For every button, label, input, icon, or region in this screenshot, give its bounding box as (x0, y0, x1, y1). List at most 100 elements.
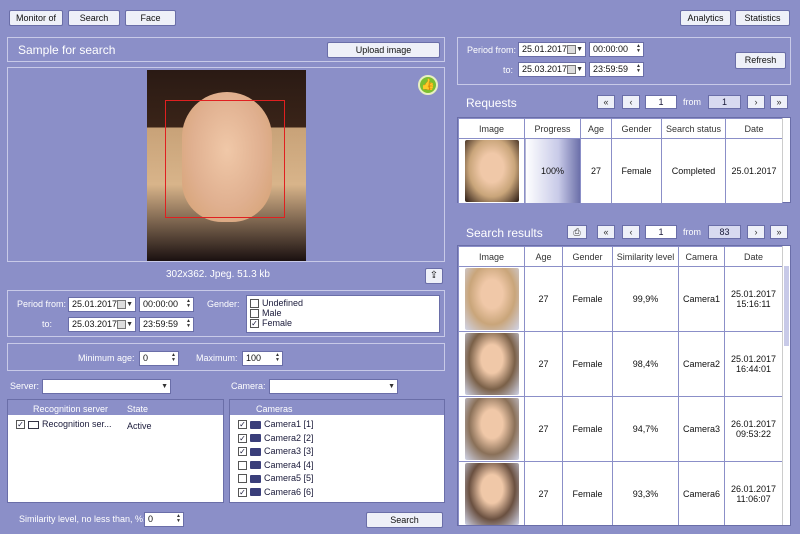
camera-select[interactable]: ▼ (269, 379, 398, 394)
last-page-icon[interactable]: » (770, 225, 788, 239)
results-total: 83 (708, 225, 741, 239)
spinner-icon[interactable]: ▲ ▼ (185, 299, 192, 310)
next-page-icon[interactable]: › (747, 95, 765, 109)
camera-item[interactable]: ✓ Camera1 [1] (238, 418, 314, 432)
chevron-down-icon[interactable]: ▼ (576, 43, 583, 56)
spinner-icon[interactable]: ▲ ▼ (170, 353, 177, 364)
thumbs-up-icon[interactable]: 👍 (418, 75, 438, 95)
result-row[interactable]: 27 Female 93,3% Camera6 26.01.2017 11:06:07 (458, 461, 783, 525)
calendar-icon[interactable] (567, 65, 576, 74)
max-age-input[interactable]: 100 ▲ ▼ (242, 351, 283, 366)
spinner-icon[interactable]: ▲ ▼ (635, 44, 642, 55)
scrollbar-thumb[interactable] (784, 266, 789, 346)
spinner-icon[interactable]: ▲ ▼ (274, 353, 281, 364)
chevron-down-icon[interactable]: ▼ (388, 380, 395, 393)
column-header[interactable]: Similarity level (612, 246, 679, 267)
time-from-value: 00:00:00 (593, 44, 629, 54)
spinner-icon[interactable]: ▲ ▼ (635, 64, 642, 75)
checkbox[interactable]: ✓ (238, 433, 247, 443)
camera-item[interactable]: ✓ Camera2 [2] (238, 432, 314, 446)
date-from-input[interactable]: 25.01.2017 ▼ (518, 42, 586, 57)
prev-page-icon[interactable]: ‹ (622, 95, 640, 109)
chevron-down-icon[interactable]: ▼ (161, 380, 168, 393)
date-to-input[interactable]: 25.03.2017 ▼ (518, 62, 586, 77)
face-tab-button[interactable]: Face (125, 10, 176, 26)
gender-option[interactable]: Male (250, 308, 436, 319)
checkbox[interactable] (238, 474, 247, 484)
result-time-value: 15:16:11 (736, 299, 771, 309)
camera-item-label: Camera5 [5] (264, 473, 314, 483)
upload-image-button[interactable]: Upload image (327, 42, 440, 58)
last-page-icon[interactable]: » (770, 95, 788, 109)
checkbox[interactable]: ✓ (250, 319, 259, 329)
gender-option[interactable]: ✓ Female (250, 318, 436, 329)
time-from-input[interactable]: 00:00:00 ▲ ▼ (589, 42, 644, 57)
result-row[interactable]: 27 Female 99,9% Camera1 25.01.2017 15:16:11 (458, 266, 783, 332)
result-row[interactable]: 27 Female 98,4% Camera2 25.01.2017 16:44:01 (458, 331, 783, 397)
checkbox[interactable] (250, 299, 259, 309)
time-from-input[interactable]: 00:00:00 ▲ ▼ (139, 297, 194, 312)
statistics-button[interactable]: Statistics (735, 10, 790, 26)
similarity-input[interactable]: 0 ▲ ▼ (144, 512, 184, 527)
column-header[interactable]: Gender (562, 246, 613, 267)
chevron-down-icon[interactable]: ▼ (126, 298, 133, 311)
gender-option[interactable]: Undefined (250, 298, 436, 309)
checkbox[interactable]: ✓ (16, 420, 25, 430)
first-page-icon[interactable]: « (597, 95, 615, 109)
time-to-value: 23:59:59 (143, 319, 179, 329)
requests-page-input[interactable]: 1 (645, 95, 677, 109)
refresh-button[interactable]: Refresh (735, 52, 786, 69)
camera-item[interactable]: Camera5 [5] (238, 472, 314, 486)
result-image-cell (458, 331, 525, 397)
face-detection-box (165, 100, 285, 218)
camera-item[interactable]: ✓ Camera3 [3] (238, 445, 314, 459)
analytics-button[interactable]: Analytics (680, 10, 731, 26)
column-header[interactable]: Date (724, 246, 783, 267)
results-scrollbar[interactable] (782, 246, 790, 525)
chevron-down-icon[interactable]: ▼ (576, 63, 583, 76)
column-header[interactable]: Age (524, 246, 563, 267)
print-icon[interactable]: ⎙ (567, 225, 587, 239)
time-from-value: 00:00:00 (143, 299, 179, 309)
chevron-down-icon[interactable]: ▼ (126, 318, 133, 331)
checkbox[interactable] (238, 460, 247, 470)
time-to-input[interactable]: 23:59:59 ▲ ▼ (589, 62, 644, 77)
date-to-input[interactable]: 25.03.2017 ▼ (68, 317, 136, 332)
spinner-icon[interactable]: ▲ ▼ (175, 514, 182, 525)
calendar-icon[interactable] (567, 45, 576, 54)
column-header[interactable]: Date (725, 118, 783, 139)
spinner-icon[interactable]: ▲ ▼ (185, 319, 192, 330)
column-header[interactable]: Age (580, 118, 612, 139)
checkbox[interactable]: ✓ (238, 487, 247, 497)
checkbox[interactable]: ✓ (238, 447, 247, 457)
min-age-input[interactable]: 0 ▲ ▼ (139, 351, 179, 366)
checkbox[interactable]: ✓ (238, 420, 247, 430)
results-page-input[interactable]: 1 (645, 225, 677, 239)
calendar-icon[interactable] (117, 300, 126, 309)
column-header[interactable]: Gender (611, 118, 662, 139)
search-button[interactable]: Search (366, 512, 443, 528)
first-page-icon[interactable]: « (597, 225, 615, 239)
checkbox[interactable] (250, 309, 259, 319)
column-header[interactable]: Image (458, 246, 525, 267)
camera-item[interactable]: Camera4 [4] (238, 459, 314, 473)
result-image-cell (458, 461, 525, 525)
monitor-button[interactable]: Monitor of (9, 10, 63, 26)
camera-item[interactable]: ✓ Camera6 [6] (238, 486, 314, 500)
column-header[interactable]: Search status (661, 118, 726, 139)
column-header[interactable]: Image (458, 118, 525, 139)
next-page-icon[interactable]: › (747, 225, 765, 239)
search-tab-button[interactable]: Search (68, 10, 120, 26)
calendar-icon[interactable] (117, 320, 126, 329)
upload-icon[interactable]: ⇪ (425, 268, 443, 284)
column-header[interactable]: Progress (524, 118, 581, 139)
server-row[interactable]: ✓ Recognition ser... (16, 419, 112, 430)
date-from-input[interactable]: 25.01.2017 ▼ (68, 297, 136, 312)
requests-scrollbar[interactable] (782, 118, 790, 202)
result-row[interactable]: 27 Female 94,7% Camera3 26.01.2017 09:53:22 (458, 396, 783, 462)
column-header[interactable]: Camera (678, 246, 725, 267)
server-select[interactable]: ▼ (42, 379, 171, 394)
request-row[interactable]: 100% 27 Female Completed 25.01.2017 (458, 138, 783, 204)
prev-page-icon[interactable]: ‹ (622, 225, 640, 239)
time-to-input[interactable]: 23:59:59 ▲ ▼ (139, 317, 194, 332)
